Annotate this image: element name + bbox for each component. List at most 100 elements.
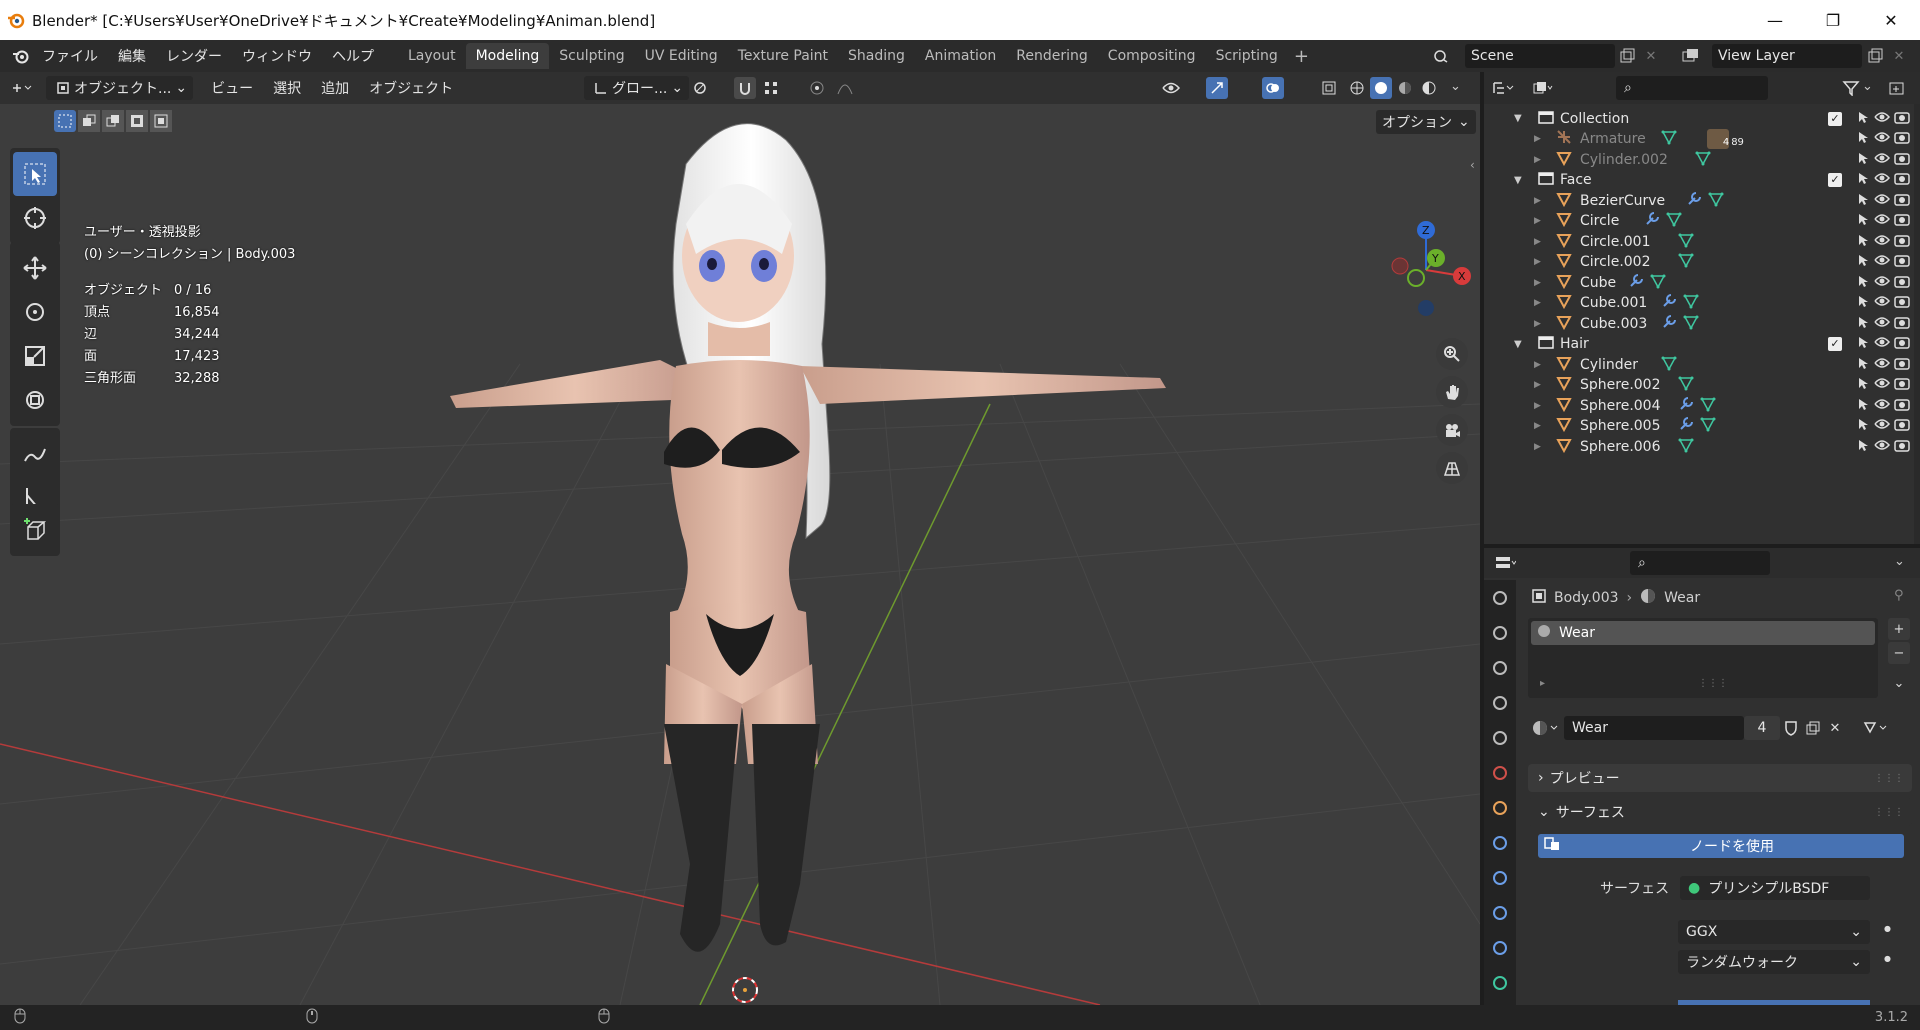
selectable-toggle-icon[interactable] [1856, 376, 1870, 394]
outliner-item-name[interactable]: Sphere.006 [1580, 439, 1661, 455]
camera-render-icon[interactable] [1894, 274, 1910, 292]
expand-arrow-icon[interactable]: ▶ [1534, 401, 1541, 411]
mesh-data-icon[interactable] [1678, 437, 1694, 457]
data-tab-icon[interactable] [1488, 971, 1512, 995]
browse-material-icon[interactable] [1528, 717, 1564, 739]
snap-icon[interactable] [734, 77, 756, 99]
selectable-toggle-icon[interactable] [1856, 253, 1870, 271]
eye-icon[interactable] [1874, 398, 1890, 414]
camera-render-icon[interactable] [1894, 253, 1910, 271]
eye-icon[interactable] [1874, 111, 1890, 127]
drag-handle-icon[interactable]: ⋮⋮⋮ [1874, 773, 1904, 784]
workspace-tab-modeling[interactable]: Modeling [465, 43, 550, 69]
use-nodes-button[interactable]: ノードを使用 [1538, 834, 1904, 858]
editor-type-icon[interactable] [10, 77, 32, 99]
selectable-toggle-icon[interactable] [1856, 130, 1870, 148]
3d-viewport[interactable]: オブジェクト... ⌄ ビュー 選択 追加 オブジェクト グロー... ⌄ ⌄ オプ… [0, 72, 1480, 1005]
constraints-tab-icon[interactable] [1488, 936, 1512, 960]
modifier-wrench-icon[interactable] [1686, 191, 1702, 211]
mesh-data-icon[interactable] [1661, 129, 1677, 149]
add-menu[interactable]: 追加 [311, 78, 359, 98]
outliner-item-name[interactable]: Face [1560, 172, 1592, 188]
selectable-toggle-icon[interactable] [1856, 110, 1870, 128]
close-button[interactable]: ✕ [1862, 11, 1920, 30]
outliner-item-name[interactable]: Circle [1580, 213, 1619, 229]
camera-render-icon[interactable] [1894, 315, 1910, 333]
outliner-item-name[interactable]: Circle.002 [1580, 254, 1651, 270]
expand-arrow-icon[interactable]: ▶ [1534, 237, 1541, 247]
workspace-tab-shading[interactable]: Shading [838, 43, 915, 69]
material-slot-row[interactable]: Wear [1531, 621, 1875, 645]
eye-icon[interactable] [1874, 418, 1890, 434]
minimize-button[interactable]: — [1746, 11, 1804, 30]
expand-arrow-icon[interactable]: ▶ [1534, 360, 1541, 370]
expand-arrow-icon[interactable]: ▼ [1514, 113, 1522, 124]
mesh-data-icon[interactable] [1678, 232, 1694, 252]
workspace-tab-scripting[interactable]: Scripting [1206, 43, 1288, 69]
menu-item-2[interactable]: レンダー [156, 46, 232, 66]
selectable-toggle-icon[interactable] [1856, 335, 1870, 353]
mesh-data-icon[interactable] [1695, 150, 1711, 170]
eye-icon[interactable] [1874, 172, 1890, 188]
eye-icon[interactable] [1874, 316, 1890, 332]
preview-panel-header[interactable]: › プレビュー ⋮⋮⋮ [1528, 764, 1912, 792]
sidebar-toggle-icon[interactable]: ‹ [1470, 158, 1475, 172]
drag-handle-icon[interactable]: ⋮⋮⋮ [1874, 807, 1904, 818]
camera-render-icon[interactable] [1894, 110, 1910, 128]
mesh-data-icon[interactable] [1678, 252, 1694, 272]
fake-user-icon[interactable] [1780, 717, 1802, 739]
outliner-search-input[interactable]: ⌕ [1616, 76, 1768, 100]
eye-icon[interactable] [1874, 295, 1890, 311]
expand-arrow-icon[interactable]: ▶ [1534, 298, 1541, 308]
shading-options-icon[interactable]: ⌄ [1450, 79, 1461, 94]
outliner-item-name[interactable]: Armature [1580, 131, 1646, 147]
scene-field[interactable]: Scene [1465, 44, 1615, 68]
maximize-button[interactable]: ❐ [1804, 11, 1862, 30]
eye-icon[interactable] [1874, 131, 1890, 147]
navigation-gizmo[interactable]: Z X Y [1376, 220, 1476, 320]
expand-arrow-icon[interactable]: ▶ [1534, 216, 1541, 226]
display-mode-icon[interactable] [1532, 77, 1554, 99]
workspace-tab-rendering[interactable]: Rendering [1006, 43, 1098, 69]
new-view-layer-icon[interactable] [1864, 45, 1886, 67]
remove-slot-button[interactable]: − [1888, 642, 1910, 664]
duplicate-material-icon[interactable] [1802, 717, 1824, 739]
selectable-toggle-icon[interactable] [1856, 397, 1870, 415]
mesh-data-icon[interactable] [1650, 273, 1666, 293]
rotate-tool[interactable] [10, 290, 60, 334]
mesh-data-icon[interactable] [1700, 396, 1716, 416]
outliner-item-name[interactable]: Sphere.005 [1580, 418, 1661, 434]
cursor-tool[interactable] [10, 196, 60, 240]
camera-render-icon[interactable] [1894, 356, 1910, 374]
list-resize-handle[interactable]: ⋮⋮⋮ [1698, 678, 1728, 689]
menu-item-4[interactable]: ヘルプ [322, 46, 384, 66]
outliner-item-name[interactable]: Sphere.002 [1580, 377, 1661, 393]
workspace-tab-uv-editing[interactable]: UV Editing [635, 43, 728, 69]
camera-render-icon[interactable] [1894, 212, 1910, 230]
physics-tab-icon[interactable] [1488, 901, 1512, 925]
particles-tab-icon[interactable] [1488, 866, 1512, 890]
expand-arrow-icon[interactable]: ▼ [1514, 339, 1522, 350]
properties-search-input[interactable]: ⌕ [1630, 551, 1770, 575]
expand-arrow-icon[interactable]: ▶ [1534, 380, 1541, 390]
workspace-tab-sculpting[interactable]: Sculpting [549, 43, 634, 69]
eye-icon[interactable] [1874, 377, 1890, 393]
proportional-editing-icon[interactable] [806, 77, 828, 99]
eye-icon[interactable] [1874, 213, 1890, 229]
scale-tool[interactable] [10, 334, 60, 378]
eye-icon[interactable] [1874, 193, 1890, 209]
modifier-wrench-icon[interactable] [1644, 211, 1660, 231]
selectable-toggle-icon[interactable] [1856, 233, 1870, 251]
selectable-toggle-icon[interactable] [1856, 171, 1870, 189]
properties-options-icon[interactable]: ⌄ [1894, 554, 1905, 569]
menu-item-1[interactable]: 編集 [108, 46, 156, 66]
expand-arrow-icon[interactable]: ▶ [1534, 196, 1541, 206]
surface-panel-header[interactable]: ⌄ サーフェス ⋮⋮⋮ [1528, 798, 1912, 826]
camera-render-icon[interactable] [1894, 151, 1910, 169]
material-name-field[interactable]: Wear [1564, 716, 1744, 740]
selectable-toggle-icon[interactable] [1856, 274, 1870, 292]
properties-editor-type-icon[interactable] [1494, 552, 1516, 574]
selectable-toggle-icon[interactable] [1856, 438, 1870, 456]
snap-target-icon[interactable] [760, 77, 782, 99]
transform-tool[interactable] [10, 378, 60, 422]
